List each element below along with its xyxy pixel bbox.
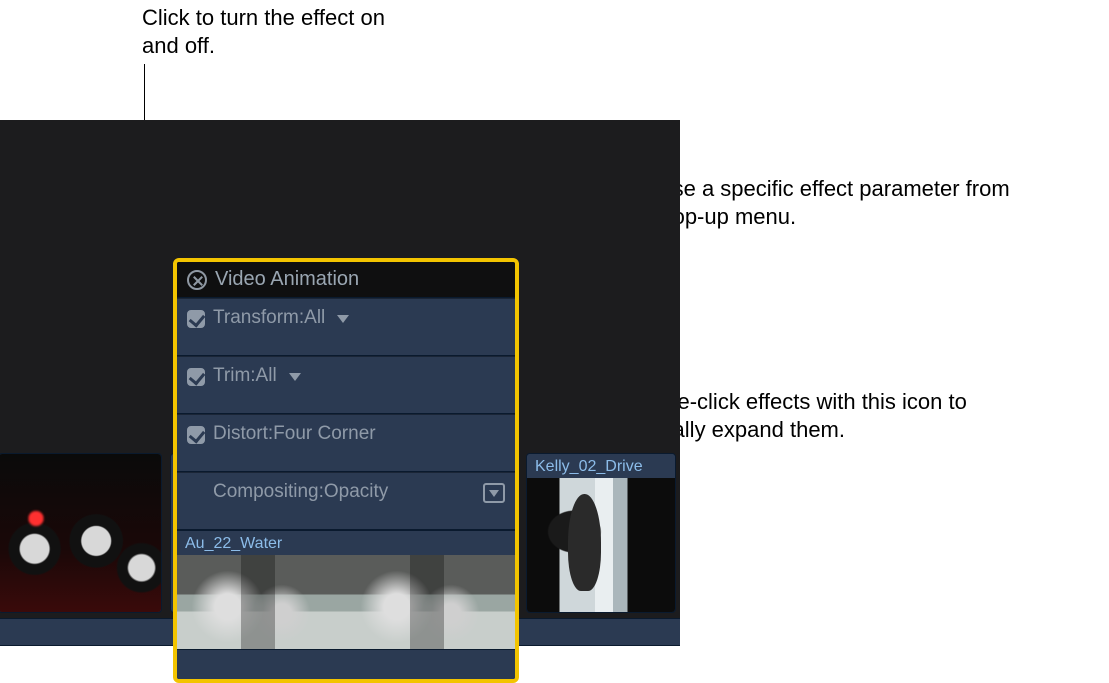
panel-footer-track[interactable] <box>177 649 515 679</box>
callout-text: Click to turn the effect on and off. <box>142 5 385 58</box>
effect-label: Trim:All <box>213 365 277 387</box>
callout-expand-icon: Double-click effects with this icon to v… <box>620 388 1040 444</box>
effect-label: Distort:Four Corner <box>213 423 376 445</box>
callout-parameter-menu: Choose a specific effect parameter from … <box>620 175 1040 231</box>
chevron-down-icon[interactable] <box>289 373 301 381</box>
clip-label: Au_22_Water <box>177 531 515 555</box>
effect-row-trim[interactable]: Trim:All <box>177 356 515 414</box>
effect-row-transform[interactable]: Transform:All <box>177 298 515 356</box>
panel-clip-section: Au_22_Water <box>177 530 515 649</box>
effect-label: Transform:All <box>213 307 325 329</box>
effect-row-distort[interactable]: Distort:Four Corner <box>177 414 515 472</box>
clip-label: Kelly_02_Drive <box>527 454 675 478</box>
callout-toggle-effect: Click to turn the effect on and off. <box>142 4 402 60</box>
effect-toggle-checkbox[interactable] <box>187 368 205 386</box>
app-dark-area: Kelly_02_Drive Video Animation Transform… <box>0 120 680 638</box>
effect-row-compositing[interactable]: Compositing:Opacity <box>177 472 515 530</box>
close-icon[interactable] <box>187 270 207 290</box>
effect-toggle-checkbox[interactable] <box>187 426 205 444</box>
panel-header: Video Animation <box>177 262 515 298</box>
clip-thumbnail <box>177 555 346 649</box>
expand-down-icon[interactable] <box>483 483 505 503</box>
clip-thumbnail <box>346 555 515 649</box>
chevron-down-icon[interactable] <box>337 315 349 323</box>
clip-thumbnail <box>527 478 675 612</box>
timeline-clip-right[interactable]: Kelly_02_Drive <box>526 453 676 613</box>
effect-label: Compositing:Opacity <box>213 481 388 503</box>
clip-thumbnail <box>0 454 161 612</box>
timeline-clip-left[interactable] <box>0 453 162 613</box>
panel-title: Video Animation <box>215 268 359 291</box>
video-animation-panel: Video Animation Transform:All Trim:All D… <box>173 258 519 683</box>
effect-toggle-checkbox[interactable] <box>187 310 205 328</box>
